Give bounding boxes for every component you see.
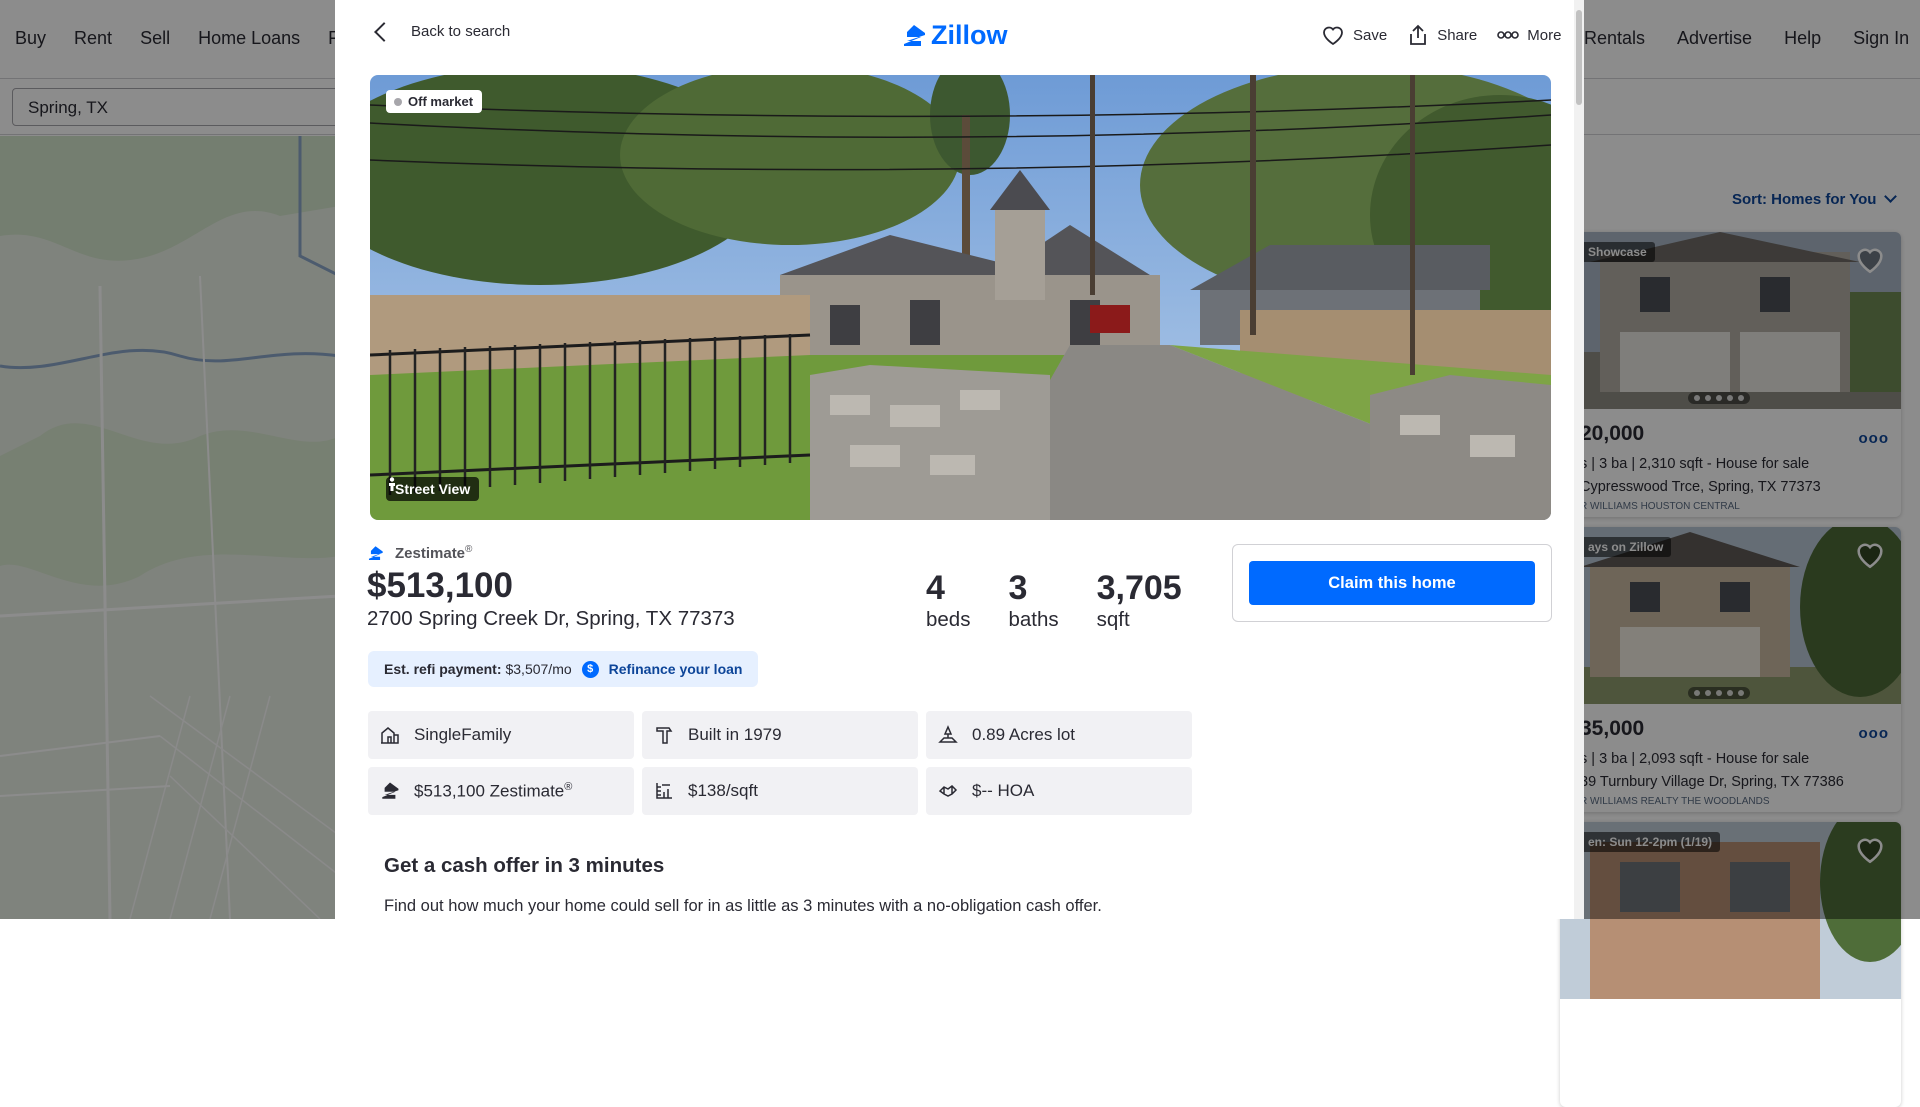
fact-hoa-text: $-- HOA [972, 781, 1035, 800]
property-photo[interactable]: Off market Street View [370, 75, 1551, 520]
baths-stat: 3 baths [1008, 568, 1058, 632]
status-dot-icon [394, 97, 402, 106]
beds-value: 4 [926, 569, 945, 607]
zillow-logo-text: Zillow [931, 20, 1008, 50]
zestimate-price: $513,100 [367, 566, 513, 605]
claim-home-panel: Claim this home [1232, 544, 1552, 622]
refi-payment-banner: Est. refi payment: $3,507/mo $ Refinance… [368, 651, 759, 687]
more-dots-icon [1497, 31, 1520, 39]
price-per-sqft-icon [656, 783, 672, 799]
fact-year-built-text: Built in 1979 [688, 725, 782, 744]
save-button[interactable]: Save [1321, 24, 1387, 46]
street-view-label: Street View [395, 481, 471, 497]
refi-label: Est. refi payment: [384, 661, 502, 677]
street-view-image [370, 75, 1551, 520]
hammer-icon [656, 727, 673, 744]
beds-label: beds [926, 608, 971, 631]
cash-offer-title: Get a cash offer in 3 minutes [384, 854, 665, 877]
fact-hoa: $-- HOA [926, 767, 1192, 815]
home-type-icon [381, 727, 399, 744]
property-detail-modal: Back to search Zillow Save Share More Of… [335, 0, 1584, 919]
baths-label: baths [1008, 608, 1059, 631]
back-to-search-button[interactable]: Back to search [371, 21, 511, 42]
zestimate-registered-mark: ® [465, 544, 473, 555]
sqft-value: 3,705 [1096, 569, 1182, 607]
zestimate-logo-icon [368, 545, 383, 560]
save-label: Save [1353, 26, 1388, 44]
property-stats: 4 beds 3 baths 3,705 sqft [926, 568, 1182, 632]
modal-header: Back to search Zillow Save Share More [335, 0, 1584, 75]
fact-lot-size: 0.89 Acres lot [926, 711, 1192, 759]
fact-price-per-sqft: $138/sqft [642, 767, 918, 815]
off-market-label: Off market [408, 94, 474, 109]
chevron-left-icon [374, 21, 394, 42]
refi-value: $3,507/mo [505, 661, 572, 677]
lot-size-icon [938, 725, 958, 743]
cash-offer-description: Find out how much your home could sell f… [384, 897, 1102, 915]
sqft-stat: 3,705 sqft [1097, 568, 1182, 632]
fact-zestimate: $513,100 Zestimate® [368, 767, 634, 815]
back-label: Back to search [411, 23, 511, 40]
modal-scrollbar[interactable] [1574, 0, 1584, 919]
share-button[interactable]: Share [1407, 24, 1477, 46]
share-label: Share [1437, 26, 1478, 44]
listing-actions: Save Share More [1321, 24, 1561, 46]
facts-grid: SingleFamily Built in 1979 0.89 Acres lo… [368, 711, 1192, 815]
zestimate-label: Zestimate® [367, 544, 472, 562]
property-address: 2700 Spring Creek Dr, Spring, TX 77373 [367, 607, 735, 630]
fact-home-type: SingleFamily [368, 711, 634, 759]
zillow-logo-icon [904, 24, 925, 46]
more-button[interactable]: More [1497, 27, 1561, 44]
dollar-icon: $ [581, 660, 599, 678]
zestimate-icon [382, 782, 399, 799]
fact-lot-size-text: 0.89 Acres lot [972, 725, 1076, 744]
off-market-badge: Off market [386, 90, 483, 113]
fact-year-built: Built in 1979 [642, 711, 918, 759]
fact-zestimate-text: $513,100 Zestimate [414, 781, 565, 801]
street-view-person-icon [389, 477, 395, 491]
zillow-logo[interactable]: Zillow [901, 20, 1008, 51]
fact-zestimate-reg: ® [564, 780, 573, 793]
street-view-button[interactable]: Street View [386, 477, 480, 501]
fact-price-per-sqft-text: $138/sqft [688, 781, 758, 800]
sqft-label: sqft [1096, 608, 1130, 631]
baths-value: 3 [1008, 569, 1028, 607]
share-icon [1410, 24, 1427, 45]
scrollbar-thumb[interactable] [1576, 10, 1582, 105]
zestimate-label-text: Zestimate [395, 545, 466, 562]
hoa-icon [938, 785, 958, 797]
fact-home-type-text: SingleFamily [414, 725, 512, 744]
heart-icon [1323, 26, 1343, 46]
beds-stat: 4 beds [926, 568, 970, 632]
refinance-loan-link[interactable]: Refinance your loan [609, 661, 743, 677]
more-label: More [1527, 26, 1562, 44]
claim-this-home-button[interactable]: Claim this home [1249, 561, 1535, 605]
